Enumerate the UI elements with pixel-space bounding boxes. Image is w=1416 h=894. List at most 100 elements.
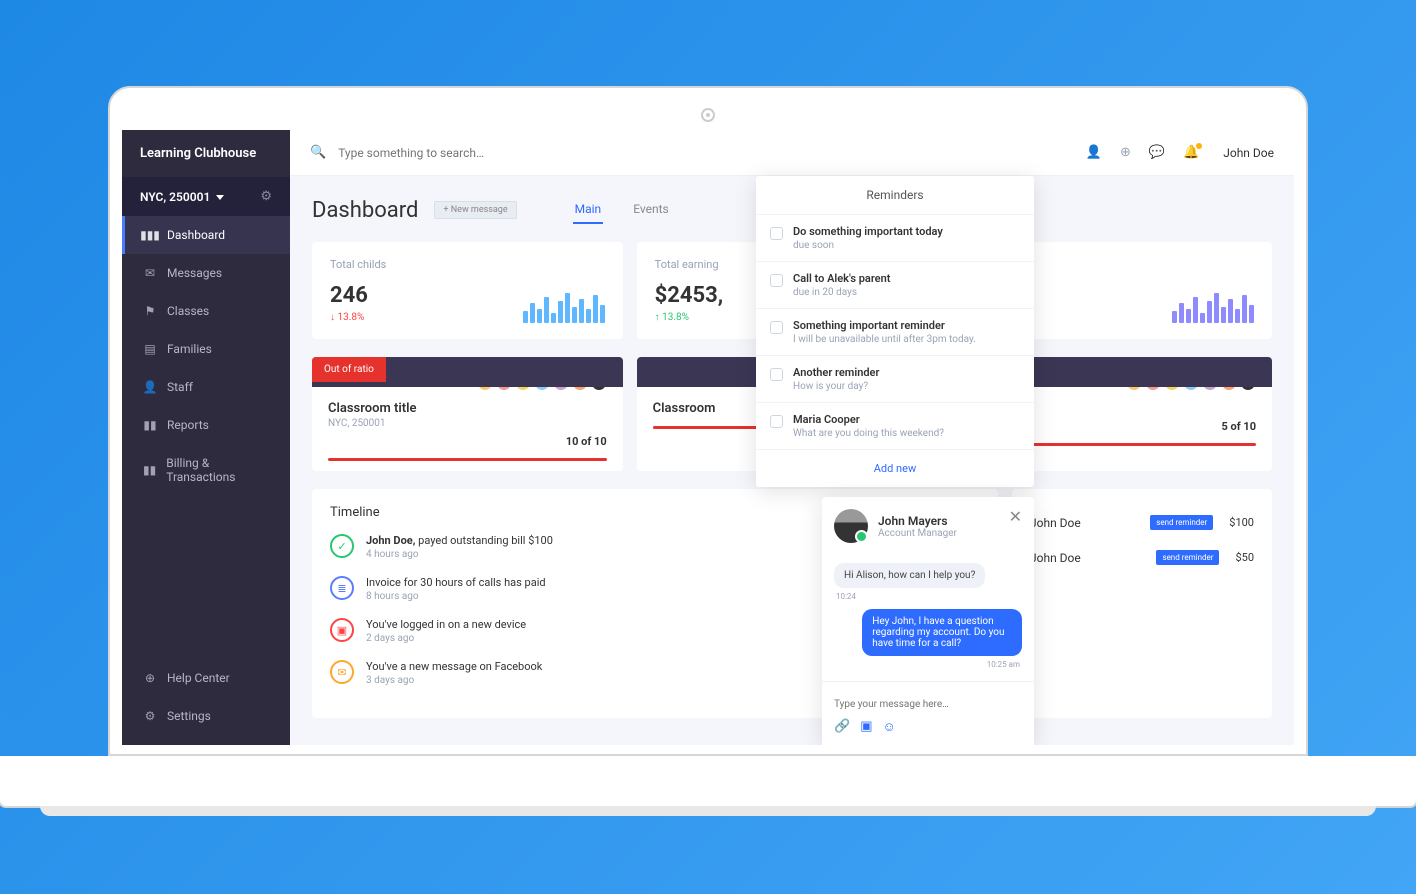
sidebar-item-classes[interactable]: ⚑Classes [122, 292, 290, 330]
sidebar-item-billing[interactable]: ▮▮Billing & Transactions [122, 444, 290, 496]
globe-icon: ⊕ [143, 671, 157, 685]
sidebar-item-label: Reports [167, 418, 209, 432]
reminder-subtitle: What are you doing this weekend? [793, 428, 944, 439]
sidebar: Learning Clubhouse NYC, 250001 ⚙ ▮▮▮ Dash… [122, 130, 290, 745]
bars-icon: ▮▮▮ [143, 228, 157, 242]
notification-dot [1196, 143, 1202, 149]
timeline-dot-icon: ✓ [330, 534, 354, 558]
top-bar: 🔍 👤 ⊕ 💬 🔔 John Doe [290, 130, 1294, 176]
classroom-subtitle: NYC, 250001 [328, 418, 607, 429]
timeline-time: 3 days ago [366, 675, 542, 686]
laptop-screen: Learning Clubhouse NYC, 250001 ⚙ ▮▮▮ Dash… [108, 86, 1308, 756]
timeline-text: You've a new message on Facebook [366, 660, 542, 673]
send-reminder-button[interactable]: send reminder [1150, 515, 1213, 530]
sidebar-item-help[interactable]: ⊕Help Center [122, 659, 290, 697]
sidebar-footer: ⊕Help Center ⚙Settings [122, 659, 290, 745]
timeline-time: 8 hours ago [366, 591, 546, 602]
main-area: 🔍 👤 ⊕ 💬 🔔 John Doe Dashboard + New messa… [290, 130, 1294, 745]
chat-input[interactable] [834, 699, 1022, 710]
stat-label: Total earning [655, 258, 724, 271]
out-of-ratio-badge: Out of ratio [312, 357, 386, 382]
sidebar-item-label: Families [167, 342, 212, 356]
sidebar-item-label: Messages [167, 266, 222, 280]
emoji-icon[interactable]: ☺ [882, 719, 895, 735]
checkbox[interactable] [770, 415, 783, 428]
laptop-frame: Learning Clubhouse NYC, 250001 ⚙ ▮▮▮ Dash… [108, 86, 1308, 808]
stat-value: $2453, [655, 283, 724, 308]
chevron-down-icon [216, 195, 224, 200]
sidebar-item-label: Staff [167, 380, 193, 394]
chat-message-time: 10:25 am [836, 660, 1020, 669]
chat-message-time: 10:24 [836, 592, 1020, 601]
classroom-title: Classroom title [328, 401, 607, 416]
timeline-text: You've logged in on a new device [366, 618, 526, 631]
tab-main[interactable]: Main [573, 196, 604, 224]
chat-message-incoming: Hi Alison, how can I help you? [834, 563, 985, 588]
location-selector[interactable]: NYC, 250001 ⚙ [122, 177, 290, 216]
reminder-subtitle: I will be unavailable until after 3pm to… [793, 334, 976, 345]
page-title: Dashboard [312, 198, 418, 223]
tab-events[interactable]: Events [631, 196, 671, 224]
reminder-title: Call to Alek's parent [793, 272, 890, 285]
send-reminder-button[interactable]: send reminder [1156, 550, 1219, 565]
checkbox[interactable] [770, 274, 783, 287]
attachment-icon[interactable]: 🔗 [834, 719, 850, 735]
user-icon[interactable]: 👤 [1086, 145, 1102, 160]
checkbox[interactable] [770, 227, 783, 240]
search-icon: 🔍 [310, 145, 326, 160]
current-user-name[interactable]: John Doe [1223, 146, 1274, 160]
image-icon[interactable]: ▣ [860, 719, 872, 735]
overdue-row: John Doe send reminder $50 [1030, 540, 1254, 575]
reminder-item[interactable]: Call to Alek's parent due in 20 days [756, 261, 1034, 308]
chat-popover: John Mayers Account Manager ✕ Hi Alison,… [822, 497, 1034, 745]
checkbox[interactable] [770, 321, 783, 334]
sidebar-item-staff[interactable]: 👤Staff [122, 368, 290, 406]
bars-icon: ▮▮ [143, 418, 157, 432]
reminder-title: Something important reminder [793, 319, 976, 332]
classroom-card[interactable]: Out of ratio Classroom title NYC, 250001… [312, 357, 623, 471]
location-label: NYC, 250001 [140, 190, 210, 204]
reminder-subtitle: due in 20 days [793, 287, 890, 298]
sidebar-item-dashboard[interactable]: ▮▮▮ Dashboard [122, 216, 290, 254]
sidebar-item-settings[interactable]: ⚙Settings [122, 697, 290, 735]
reminder-item[interactable]: Do something important today due soon [756, 214, 1034, 261]
reminder-item[interactable]: Maria Cooper What are you doing this wee… [756, 402, 1034, 449]
overdue-card: John Doe send reminder $100 John Doe sen… [1012, 489, 1272, 718]
sidebar-item-label: Billing & Transactions [166, 456, 272, 484]
chat-message-outgoing: Hey John, I have a question regarding my… [862, 609, 1022, 656]
reminders-add-button[interactable]: Add new [756, 449, 1034, 487]
gear-icon[interactable]: ⚙ [260, 189, 272, 204]
overdue-name: John Doe [1030, 516, 1081, 530]
reminder-subtitle: How is your day? [793, 381, 879, 392]
reminders-title: Reminders [756, 176, 1034, 214]
mail-icon: ✉ [143, 266, 157, 280]
reminder-title: Another reminder [793, 366, 879, 379]
checkbox[interactable] [770, 368, 783, 381]
stat-change: ↓ 13.8% [330, 312, 386, 323]
timeline-text: Invoice for 30 hours of calls has paid [366, 576, 546, 589]
sidebar-item-reports[interactable]: ▮▮ Reports [122, 406, 290, 444]
chat-contact-role: Account Manager [878, 528, 957, 539]
close-icon[interactable]: ✕ [1009, 507, 1022, 526]
list-icon: ▤ [143, 342, 157, 356]
sidebar-item-messages[interactable]: ✉ Messages [122, 254, 290, 292]
timeline-time: 2 days ago [366, 633, 526, 644]
sidebar-item-families[interactable]: ▤ Families [122, 330, 290, 368]
timeline-dot-icon: ✉ [330, 660, 354, 684]
bell-icon[interactable]: 🔔 [1183, 145, 1199, 160]
search-input[interactable] [338, 146, 1074, 160]
reminder-title: Do something important today [793, 225, 943, 238]
overdue-amount: $100 [1229, 516, 1254, 529]
chat-icon[interactable]: 💬 [1149, 145, 1165, 160]
stat-label: Total childs [330, 258, 386, 271]
globe-icon[interactable]: ⊕ [1120, 145, 1131, 160]
classroom-ratio-text: 10 of 10 [328, 435, 607, 448]
new-message-button[interactable]: + New message [434, 201, 516, 219]
brand-title: Learning Clubhouse [122, 130, 290, 177]
overdue-name: John Doe [1030, 551, 1081, 565]
sidebar-item-label: Dashboard [167, 228, 225, 242]
camera-icon [701, 108, 715, 122]
sidebar-nav: ▮▮▮ Dashboard ✉ Messages ⚑Classes ▤ Familie… [122, 216, 290, 659]
reminder-item[interactable]: Another reminder How is your day? [756, 355, 1034, 402]
reminder-item[interactable]: Something important reminder I will be u… [756, 308, 1034, 355]
